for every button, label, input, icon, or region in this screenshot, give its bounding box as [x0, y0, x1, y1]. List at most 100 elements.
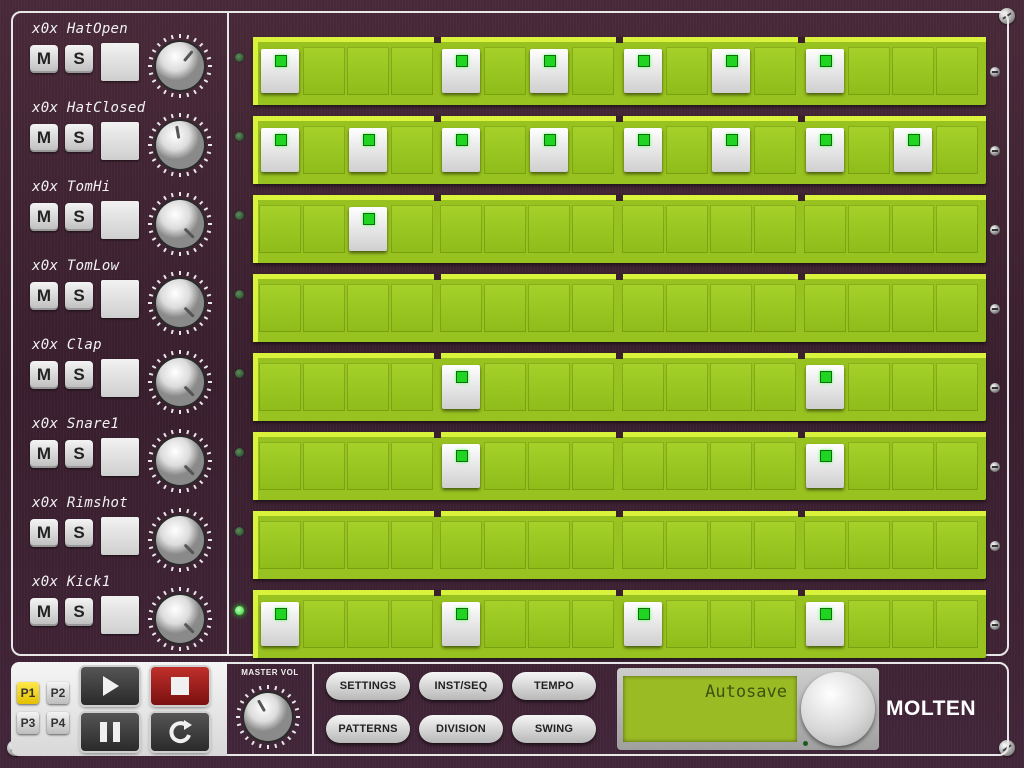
settings-button[interactable]: SETTINGS: [326, 672, 410, 700]
step-button[interactable]: [259, 284, 301, 332]
step-button[interactable]: [936, 205, 978, 253]
jog-wheel[interactable]: [801, 672, 875, 746]
step-button[interactable]: [710, 442, 752, 490]
track-volume-knob[interactable]: [147, 349, 213, 415]
step-button[interactable]: [303, 363, 345, 411]
step-button[interactable]: [848, 205, 890, 253]
step-button[interactable]: [303, 600, 345, 648]
solo-button[interactable]: S: [65, 598, 93, 626]
track-select-button[interactable]: [101, 596, 139, 634]
step-button[interactable]: [666, 47, 708, 95]
step-button[interactable]: [754, 442, 796, 490]
step-button[interactable]: [347, 47, 389, 95]
solo-button[interactable]: S: [65, 203, 93, 231]
step-button[interactable]: [572, 521, 614, 569]
pause-button[interactable]: [81, 713, 139, 751]
step-button[interactable]: [303, 442, 345, 490]
step-button[interactable]: [572, 442, 614, 490]
step-button[interactable]: [892, 521, 934, 569]
step-button[interactable]: [303, 205, 345, 253]
step-button[interactable]: [754, 521, 796, 569]
step-button[interactable]: [848, 442, 890, 490]
pattern-button-p3[interactable]: P3: [17, 712, 39, 734]
step-button[interactable]: [303, 521, 345, 569]
step-button[interactable]: [622, 521, 664, 569]
step-button-active[interactable]: [442, 602, 480, 646]
step-button[interactable]: [666, 600, 708, 648]
solo-button[interactable]: S: [65, 361, 93, 389]
step-button[interactable]: [936, 600, 978, 648]
step-button[interactable]: [754, 47, 796, 95]
step-button[interactable]: [666, 126, 708, 174]
inst-seq-button[interactable]: INST/SEQ: [419, 672, 503, 700]
step-button[interactable]: [572, 284, 614, 332]
step-button-active[interactable]: [442, 444, 480, 488]
step-button-active[interactable]: [349, 128, 387, 172]
step-button[interactable]: [710, 205, 752, 253]
step-button[interactable]: [804, 205, 846, 253]
step-button-active[interactable]: [261, 49, 299, 93]
patterns-button[interactable]: PATTERNS: [326, 715, 410, 743]
step-button[interactable]: [572, 363, 614, 411]
step-button[interactable]: [848, 47, 890, 95]
step-button[interactable]: [440, 521, 482, 569]
step-button[interactable]: [484, 442, 526, 490]
mute-button[interactable]: M: [30, 45, 58, 73]
step-button[interactable]: [892, 284, 934, 332]
step-button[interactable]: [754, 600, 796, 648]
step-button[interactable]: [572, 600, 614, 648]
step-button-active[interactable]: [442, 365, 480, 409]
step-button[interactable]: [259, 442, 301, 490]
track-select-button[interactable]: [101, 359, 139, 397]
step-button[interactable]: [484, 284, 526, 332]
step-button[interactable]: [848, 126, 890, 174]
track-volume-knob[interactable]: [147, 191, 213, 257]
step-button[interactable]: [804, 521, 846, 569]
step-button[interactable]: [754, 363, 796, 411]
track-select-button[interactable]: [101, 201, 139, 239]
track-select-button[interactable]: [101, 43, 139, 81]
mute-button[interactable]: M: [30, 440, 58, 468]
track-select-button[interactable]: [101, 517, 139, 555]
step-button[interactable]: [347, 521, 389, 569]
solo-button[interactable]: S: [65, 124, 93, 152]
step-button[interactable]: [259, 363, 301, 411]
master-volume-knob[interactable]: [235, 684, 301, 750]
step-button[interactable]: [666, 363, 708, 411]
step-button-active[interactable]: [806, 128, 844, 172]
step-button[interactable]: [303, 126, 345, 174]
step-button-active[interactable]: [442, 128, 480, 172]
mute-button[interactable]: M: [30, 282, 58, 310]
solo-button[interactable]: S: [65, 282, 93, 310]
step-button[interactable]: [440, 284, 482, 332]
step-button[interactable]: [391, 363, 433, 411]
step-button-active[interactable]: [624, 602, 662, 646]
step-button[interactable]: [754, 284, 796, 332]
mute-button[interactable]: M: [30, 598, 58, 626]
step-button[interactable]: [936, 47, 978, 95]
step-button-active[interactable]: [530, 128, 568, 172]
step-button[interactable]: [303, 284, 345, 332]
swing-button[interactable]: SWING: [512, 715, 596, 743]
step-button-active[interactable]: [261, 602, 299, 646]
step-button-active[interactable]: [806, 444, 844, 488]
step-button[interactable]: [892, 363, 934, 411]
step-button[interactable]: [528, 363, 570, 411]
step-button[interactable]: [528, 600, 570, 648]
step-button-active[interactable]: [442, 49, 480, 93]
solo-button[interactable]: S: [65, 45, 93, 73]
step-button[interactable]: [484, 47, 526, 95]
step-button[interactable]: [848, 284, 890, 332]
pattern-button-p4[interactable]: P4: [47, 712, 69, 734]
step-button[interactable]: [572, 47, 614, 95]
stop-button[interactable]: [151, 667, 209, 705]
pattern-button-p2[interactable]: P2: [47, 682, 69, 704]
track-select-button[interactable]: [101, 438, 139, 476]
step-button[interactable]: [754, 205, 796, 253]
step-button[interactable]: [754, 126, 796, 174]
step-button[interactable]: [936, 363, 978, 411]
track-volume-knob[interactable]: [147, 112, 213, 178]
track-volume-knob[interactable]: [147, 507, 213, 573]
step-button[interactable]: [391, 284, 433, 332]
step-button[interactable]: [710, 600, 752, 648]
